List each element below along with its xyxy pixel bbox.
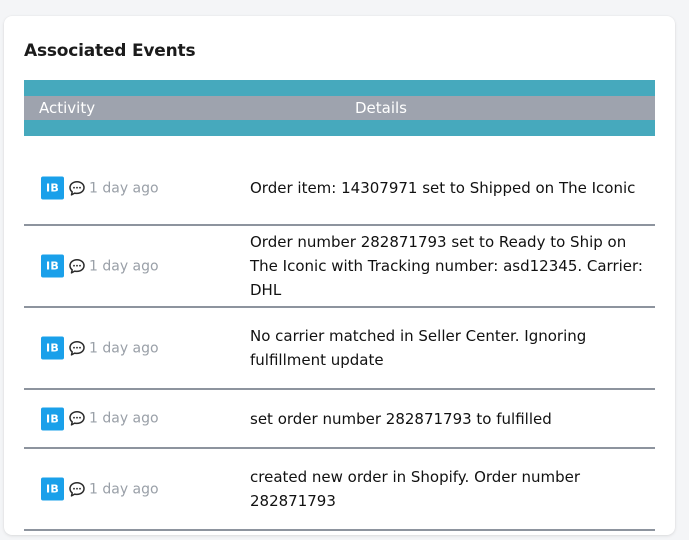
- column-header-activity: Activity: [39, 99, 96, 117]
- event-details: set order number 282871793 to fulfilled: [250, 409, 552, 428]
- event-time: 1 day ago: [89, 410, 159, 427]
- table-row: IB 1 day ago Order number 282871793 set …: [24, 226, 655, 308]
- table-row: IB 1 day ago set order number 282871793 …: [24, 390, 655, 449]
- table-row: IB 1 day ago Order item: 14307971 set to…: [24, 152, 655, 226]
- comment-icon[interactable]: [68, 339, 86, 357]
- event-details: Order number 282871793 set to Ready to S…: [250, 233, 643, 299]
- associated-events-card: Associated Events Activity Details IB 1 …: [4, 16, 675, 535]
- user-initials-badge: IB: [41, 336, 64, 360]
- table-row: IB 1 day ago No carrier matched in Selle…: [24, 308, 655, 390]
- activity-cell: IB 1 day ago: [41, 254, 159, 278]
- event-time: 1 day ago: [89, 481, 159, 497]
- event-time: 1 day ago: [89, 340, 159, 356]
- comment-icon[interactable]: [68, 179, 86, 197]
- header-bar: [24, 96, 655, 120]
- event-details: No carrier matched in Seller Center. Ign…: [250, 327, 587, 369]
- user-initials-badge: IB: [41, 407, 64, 430]
- activity-cell: IB 1 day ago: [41, 477, 159, 501]
- comment-icon[interactable]: [68, 480, 86, 498]
- table-row: IB 1 day ago created new order in Shopif…: [24, 449, 655, 531]
- activity-cell: IB 1 day ago: [41, 176, 159, 200]
- activity-cell: IB 1 day ago: [41, 407, 159, 430]
- event-time: 1 day ago: [89, 258, 159, 274]
- event-details: Order item: 14307971 set to Shipped on T…: [250, 179, 636, 197]
- comment-icon[interactable]: [68, 257, 86, 275]
- comment-icon[interactable]: [68, 410, 86, 428]
- events-table-body: IB 1 day ago Order item: 14307971 set to…: [24, 152, 655, 531]
- table-header: Activity Details: [24, 80, 655, 136]
- user-initials-badge: IB: [41, 254, 64, 278]
- user-initials-badge: IB: [41, 176, 64, 200]
- event-time: 1 day ago: [89, 180, 159, 196]
- event-details: created new order in Shopify. Order numb…: [250, 468, 581, 510]
- card-title: Associated Events: [24, 41, 196, 61]
- activity-cell: IB 1 day ago: [41, 336, 159, 360]
- user-initials-badge: IB: [41, 477, 64, 501]
- column-header-details: Details: [355, 99, 408, 117]
